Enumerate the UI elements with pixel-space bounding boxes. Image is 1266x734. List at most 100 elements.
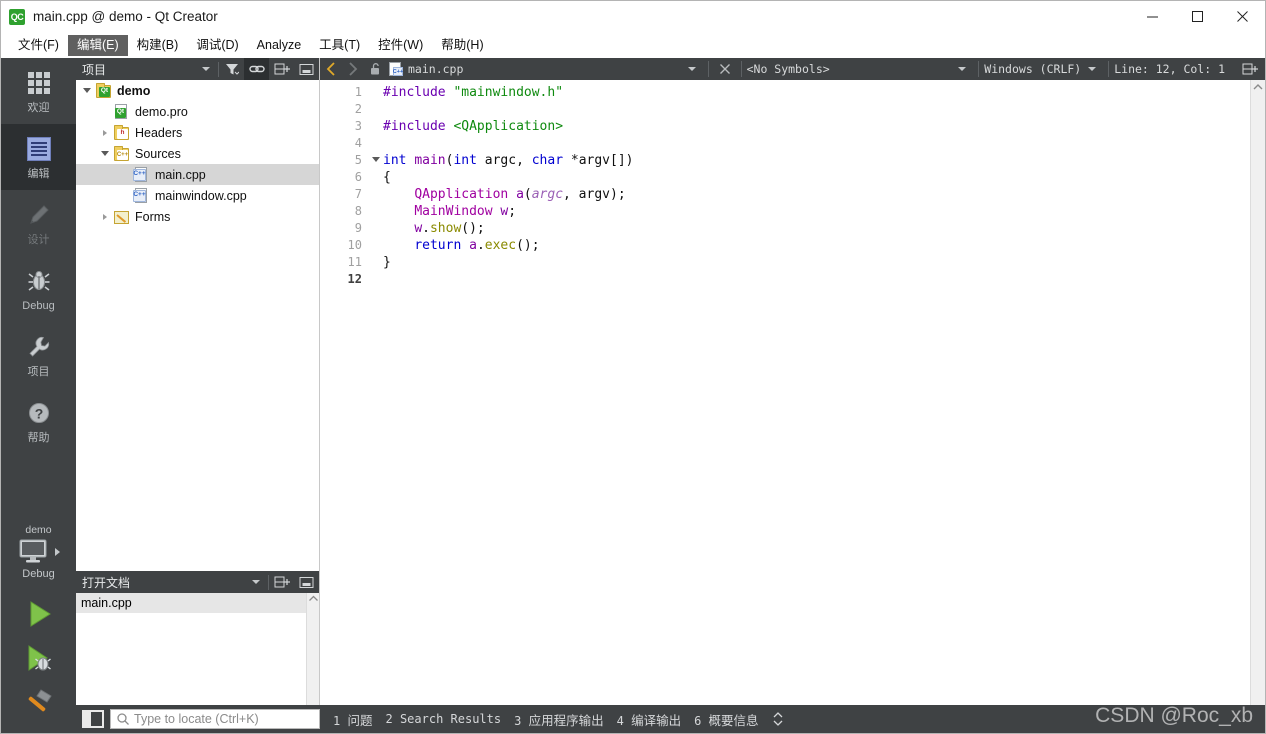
minimize-button[interactable] — [1130, 1, 1175, 32]
code-line: { — [383, 169, 1250, 186]
expander-closed-icon[interactable] — [96, 213, 114, 220]
pane-number: 6 — [694, 713, 702, 728]
editor-toolbar: C++ main.cpp <No Symbols> Windows (CRLF)… — [320, 58, 1265, 80]
code-token: a — [516, 187, 524, 202]
menu-window[interactable]: 控件(W) — [369, 35, 432, 56]
menu-debug[interactable]: 调试(D) — [187, 35, 247, 56]
kit-chevron-icon — [55, 548, 60, 556]
code-token: . — [476, 238, 485, 253]
menu-edit[interactable]: 编辑(E) — [67, 34, 128, 56]
forms-folder-icon — [114, 209, 130, 225]
make-writable-button[interactable] — [364, 58, 386, 80]
tree-item-demo-pro[interactable]: Qt demo.pro — [76, 101, 319, 122]
split-add-icon[interactable] — [269, 58, 294, 80]
line-number: 4 — [354, 136, 362, 150]
close-button[interactable] — [1220, 1, 1265, 32]
wrench-icon — [26, 332, 52, 362]
mode-edit[interactable]: 编辑 — [1, 124, 76, 190]
code-token: a — [469, 238, 477, 253]
code-editor[interactable]: 1 2 3 4 5 6 7 8 9 10 11 12 #include "mainwindow.h" … — [320, 80, 1265, 733]
editor-file-name: main.cpp — [408, 62, 464, 76]
line-number: 11 — [347, 255, 362, 269]
tree-item-main-cpp[interactable]: C++ main.cpp — [76, 164, 319, 185]
close-document-button[interactable] — [714, 58, 736, 80]
expander-open-icon[interactable] — [78, 88, 96, 93]
tree-item-label: demo.pro — [135, 104, 188, 119]
go-back-button[interactable] — [320, 58, 342, 80]
qt-pro-file-icon: Qt — [114, 103, 130, 120]
kit-project-label: demo — [25, 524, 52, 536]
maximize-button[interactable] — [1175, 1, 1220, 32]
output-pane-nav-buttons[interactable] — [773, 712, 783, 726]
editor-scrollbar[interactable] — [1250, 80, 1265, 733]
locator-input[interactable]: Type to locate (Ctrl+K) — [110, 709, 320, 729]
chevron-right-icon — [349, 62, 358, 76]
open-documents-chevron-down-icon[interactable] — [243, 571, 268, 593]
open-document-item[interactable]: main.cpp — [76, 593, 306, 613]
close-pane-icon[interactable] — [294, 571, 319, 593]
code-token: ( — [523, 187, 532, 202]
mode-projects[interactable]: 项目 — [1, 322, 76, 388]
pencil-icon — [26, 200, 52, 230]
code-token: return — [414, 238, 462, 253]
mode-debug-label: Debug — [22, 300, 55, 312]
mode-design[interactable]: 设计 — [1, 190, 76, 256]
project-tree[interactable]: Qt demo Qt demo.pro h Headers C++ Source… — [76, 80, 319, 571]
code-token: QApplication — [414, 187, 509, 202]
tree-item-label: main.cpp — [155, 167, 206, 182]
code-token: "mainwindow.h" — [453, 85, 564, 100]
editor-area: C++ main.cpp <No Symbols> Windows (CRLF)… — [320, 58, 1265, 733]
line-number: 7 — [354, 187, 362, 201]
symbol-selector-chevron-down-icon[interactable] — [951, 58, 973, 80]
tree-item-mainwindow-cpp[interactable]: C++ mainwindow.cpp — [76, 185, 319, 206]
output-pane-search-results[interactable]: 2 Search Results — [385, 712, 501, 726]
mode-welcome[interactable]: 欢迎 — [1, 58, 76, 124]
expander-closed-icon[interactable] — [96, 129, 114, 136]
menu-build[interactable]: 构建(B) — [128, 35, 188, 56]
project-view-chevron-down-icon[interactable] — [193, 58, 218, 80]
left-dock: 项目 Qt demo Qt demo.pro h Headers C++ Sou… — [76, 58, 320, 733]
output-pane-compile-output[interactable]: 4 编译输出 — [617, 710, 681, 729]
output-pane-general-messages[interactable]: 6 概要信息 — [694, 710, 758, 729]
debug-button[interactable] — [1, 636, 76, 680]
code-token: (); — [516, 238, 540, 253]
toggle-sidebar-icon[interactable] — [82, 710, 104, 728]
menu-analyze[interactable]: Analyze — [248, 35, 310, 56]
symbol-selector[interactable]: <No Symbols> — [747, 62, 830, 76]
output-pane-issues[interactable]: 1 问题 — [333, 710, 372, 729]
expander-open-icon[interactable] — [96, 151, 114, 156]
link-icon[interactable] — [244, 58, 269, 80]
close-pane-icon[interactable] — [294, 58, 319, 80]
code-token: show — [429, 221, 462, 236]
file-selector-chevron-down-icon[interactable] — [681, 58, 703, 80]
build-button[interactable] — [1, 680, 76, 724]
tree-item-forms[interactable]: Forms — [76, 206, 319, 227]
menu-help[interactable]: 帮助(H) — [432, 35, 492, 56]
chevron-up-icon — [308, 595, 318, 601]
split-editor-button[interactable] — [1239, 58, 1261, 80]
cpp-file-icon: C++ — [133, 166, 150, 183]
line-ending-selector[interactable]: Windows (CRLF) — [984, 62, 1081, 76]
file-selector[interactable]: C++ main.cpp — [386, 61, 559, 77]
line-ending-chevron-down-icon[interactable] — [1081, 58, 1103, 80]
menu-file[interactable]: 文件(F) — [9, 35, 68, 56]
menu-tools[interactable]: 工具(T) — [310, 35, 369, 56]
kit-selector[interactable] — [17, 538, 60, 566]
mode-help[interactable]: ? 帮助 — [1, 388, 76, 454]
output-pane-application-output[interactable]: 3 应用程序输出 — [514, 710, 603, 729]
code-token: <QApplication> — [453, 119, 564, 134]
tree-item-sources[interactable]: C++ Sources — [76, 143, 319, 164]
tree-item-demo[interactable]: Qt demo — [76, 80, 319, 101]
go-forward-button[interactable] — [342, 58, 364, 80]
tree-item-label: mainwindow.cpp — [155, 188, 247, 203]
split-add-icon[interactable] — [269, 571, 294, 593]
filter-icon[interactable] — [219, 58, 244, 80]
tree-item-headers[interactable]: h Headers — [76, 122, 319, 143]
run-button[interactable] — [1, 592, 76, 636]
code-token: ; — [508, 204, 517, 219]
tree-item-label: Forms — [135, 209, 171, 224]
mode-selector: 欢迎 编辑 设计 Debug 项目 ? 帮助 demo Debug — [1, 58, 76, 733]
fold-marker-icon[interactable] — [372, 157, 380, 162]
mode-debug[interactable]: Debug — [1, 256, 76, 322]
code-text[interactable]: #include "mainwindow.h" #include <QAppli… — [366, 80, 1250, 733]
